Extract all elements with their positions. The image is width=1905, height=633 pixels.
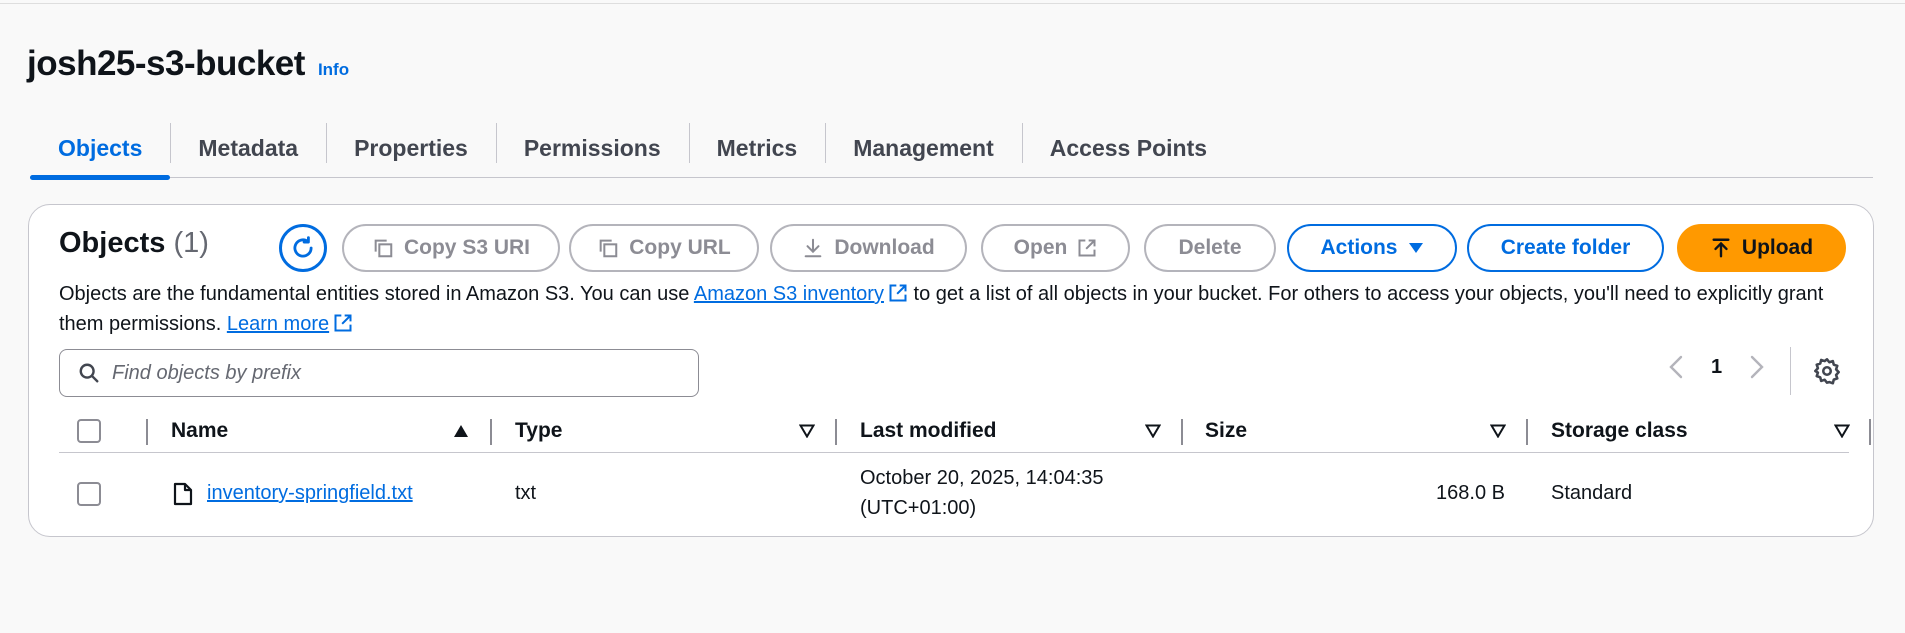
column-divider [146, 419, 148, 445]
select-all-checkbox[interactable] [77, 419, 101, 443]
refresh-icon [293, 236, 313, 258]
copy-s3-uri-button[interactable]: Copy S3 URI [342, 224, 560, 272]
external-link-icon [1078, 239, 1096, 257]
pagination: 1 [1669, 355, 1764, 379]
search-icon [79, 363, 99, 383]
column-divider [835, 419, 837, 445]
external-link-icon [334, 314, 352, 332]
upload-icon [1712, 238, 1730, 258]
column-header-name[interactable]: Name [171, 411, 228, 451]
object-name-link[interactable]: inventory-springfield.txt [207, 482, 413, 505]
learn-more-link[interactable]: Learn more [227, 313, 329, 335]
delete-button[interactable]: Delete [1144, 224, 1276, 272]
caret-down-icon [1408, 243, 1423, 253]
column-header-type[interactable]: Type [515, 411, 562, 451]
delete-label: Delete [1178, 236, 1242, 259]
objects-panel: Objects (1) Copy S3 URI Copy URL Downloa… [28, 204, 1874, 537]
search-box [59, 349, 699, 397]
table-settings-button[interactable] [1813, 357, 1841, 390]
sort-ascending-icon[interactable] [453, 424, 469, 438]
chevron-left-icon[interactable] [1669, 355, 1683, 379]
copy-s3-uri-label: Copy S3 URI [403, 236, 531, 259]
gear-icon [1814, 358, 1840, 385]
tab-management[interactable]: Management [825, 120, 1022, 178]
upload-label: Upload [1741, 236, 1814, 259]
description-text-1: Objects are the fundamental entities sto… [59, 283, 694, 305]
info-link[interactable]: Info [318, 60, 349, 80]
open-label: Open [1013, 236, 1068, 259]
table-header: Name Type Last modified Size Storage cla… [59, 411, 1871, 453]
sort-icon[interactable] [799, 424, 815, 438]
column-divider [1526, 419, 1528, 445]
current-page[interactable]: 1 [1711, 356, 1722, 379]
tab-bar: Objects Metadata Properties Permissions … [30, 120, 1873, 180]
tab-metrics[interactable]: Metrics [688, 120, 826, 178]
column-divider [490, 419, 492, 445]
copy-icon [374, 239, 393, 258]
sort-icon[interactable] [1145, 424, 1161, 438]
actions-dropdown[interactable]: Actions [1287, 224, 1457, 272]
copy-url-label: Copy URL [629, 236, 731, 259]
refresh-button[interactable] [279, 224, 327, 272]
external-link-icon [889, 284, 907, 302]
tab-objects[interactable]: Objects [30, 120, 171, 180]
open-button[interactable]: Open [981, 224, 1130, 272]
search-input[interactable] [112, 361, 672, 385]
s3-inventory-link[interactable]: Amazon S3 inventory [694, 283, 884, 305]
sort-icon[interactable] [1490, 424, 1506, 438]
pager-divider [1790, 347, 1791, 395]
upload-button[interactable]: Upload [1677, 224, 1846, 272]
create-folder-button[interactable]: Create folder [1467, 224, 1664, 272]
objects-description: Objects are the fundamental entities sto… [59, 279, 1849, 339]
object-storage-class: Standard [1551, 482, 1633, 504]
column-header-size[interactable]: Size [1205, 411, 1247, 451]
objects-count: (1) [173, 227, 209, 259]
column-divider [1181, 419, 1183, 445]
chevron-right-icon[interactable] [1750, 355, 1764, 379]
download-icon [804, 238, 822, 258]
object-last-modified-date: October 20, 2025, 14:04:35 [860, 467, 1104, 489]
object-type: txt [515, 482, 537, 504]
objects-heading-label: Objects [59, 227, 166, 259]
row-select-checkbox[interactable] [77, 482, 101, 506]
object-last-modified-timezone: (UTC+01:00) [860, 497, 977, 519]
tab-properties[interactable]: Properties [326, 120, 496, 178]
page-title: josh25-s3-bucket [27, 44, 305, 83]
actions-label: Actions [1320, 236, 1398, 259]
download-button[interactable]: Download [770, 224, 967, 272]
object-size: 168.0 B [1436, 482, 1505, 504]
objects-heading: Objects (1) [59, 227, 209, 260]
column-divider [1869, 419, 1871, 445]
download-label: Download [834, 236, 935, 259]
file-icon [173, 482, 193, 506]
page-header: josh25-s3-bucket Info [27, 44, 349, 84]
tab-metadata[interactable]: Metadata [170, 120, 326, 178]
table-row[interactable]: inventory-springfield.txt txt October 20… [59, 455, 1849, 531]
sort-icon[interactable] [1834, 424, 1850, 438]
tab-permissions[interactable]: Permissions [495, 120, 689, 178]
create-folder-label: Create folder [1500, 236, 1631, 259]
copy-icon [599, 239, 618, 258]
copy-url-button[interactable]: Copy URL [569, 224, 759, 272]
column-header-last-modified[interactable]: Last modified [860, 411, 997, 451]
tab-access-points[interactable]: Access Points [1021, 120, 1235, 178]
column-header-storage-class[interactable]: Storage class [1551, 411, 1688, 451]
top-divider [0, 3, 1905, 4]
